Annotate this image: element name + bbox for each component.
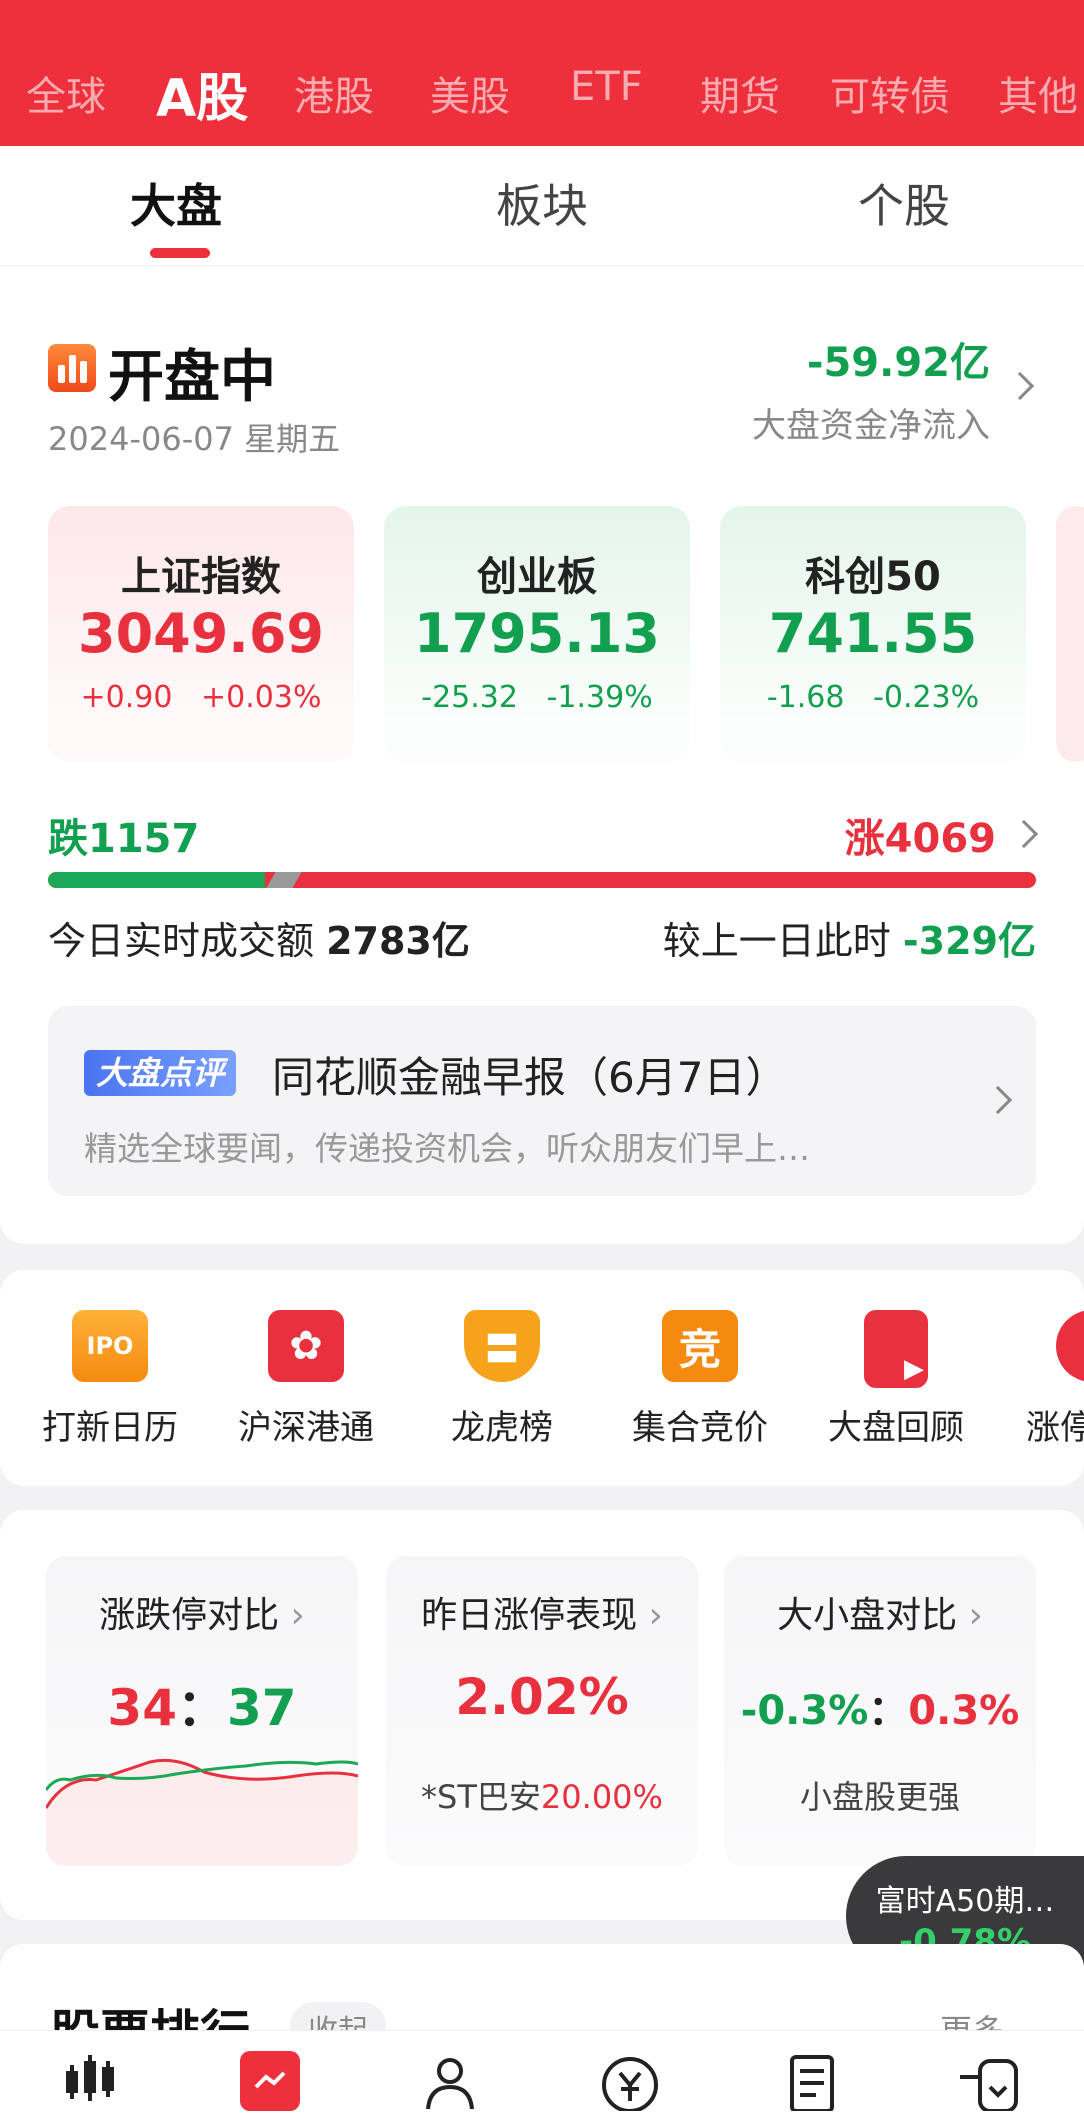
news-icon[interactable] [782, 2051, 842, 2111]
tool-dragon-tiger[interactable]: 〓 龙虎榜 [412, 1310, 592, 1449]
tool-market-review[interactable]: ▶ 大盘回顾 [806, 1310, 986, 1449]
market-review-icon: ▶ [864, 1310, 928, 1388]
tab-hk[interactable]: 港股 [294, 64, 374, 122]
turnover: 今日实时成交额 2783亿 [48, 919, 470, 963]
net-flow-value[interactable]: -59.92亿 [807, 330, 990, 388]
index-card-sh[interactable]: 上证指数 3049.69 +0.90 +0.03% [48, 506, 354, 762]
rising-count[interactable]: 涨4069 [845, 806, 996, 864]
index-change: -25.32 -1.39% [421, 680, 653, 715]
tool-limit-up[interactable]: ◂ 涨停 [1000, 1310, 1084, 1449]
index-change: +0.90 +0.03% [80, 680, 322, 715]
market-status-title: 开盘中 [108, 345, 276, 410]
tool-label: 打新日历 [42, 1408, 178, 1448]
tab-futures[interactable]: 期货 [700, 64, 780, 122]
chevron-right-icon [983, 1085, 1013, 1115]
market-date: 2024-06-07 星期五 [48, 420, 341, 458]
tab-other[interactable]: 其他 [998, 64, 1078, 122]
index-value: 3049.69 [78, 602, 324, 665]
index-name: 上证指数 [121, 554, 281, 600]
breadth-bar [48, 872, 1036, 888]
yesterday-top-stock: *ST巴安20.00% [421, 1778, 663, 1816]
tab-global[interactable]: 全球 [26, 64, 106, 122]
breadth-bar-fall [48, 872, 265, 888]
tool-hk-connect[interactable]: ✿ 沪深港通 [216, 1310, 396, 1449]
index-card-next[interactable] [1056, 506, 1084, 762]
cap-compare-card[interactable]: 大小盘对比 › -0.3%：0.3% 小盘股更强 [724, 1556, 1036, 1866]
market-trend-icon[interactable] [240, 2051, 300, 2111]
index-card-star50[interactable]: 科创50 741.55 -1.68 -0.23% [720, 506, 1026, 762]
bottom-nav [0, 2030, 1084, 2115]
limit-ratio: 34：37 [107, 1679, 297, 1737]
tool-ipo-calendar[interactable]: IPO 打新日历 [20, 1310, 200, 1449]
market-review-banner[interactable]: 大盘点评 同花顺金融早报（6月7日） 精选全球要闻，传递投资机会，听众朋友们早上… [48, 1006, 1036, 1196]
limit-trend-chart [46, 1758, 358, 1866]
stat-title: 涨跌停对比 › [99, 1595, 305, 1636]
market-overview-card: 开盘中 2024-06-07 星期五 -59.92亿 大盘资金净流入 上证指数 … [0, 266, 1084, 1244]
tool-label: 集合竞价 [632, 1408, 768, 1448]
auction-icon: 竞 [662, 1310, 738, 1382]
tab-stock[interactable]: 个股 [858, 170, 950, 236]
download-icon[interactable] [960, 2051, 1020, 2111]
yesterday-limit-value: 2.02% [455, 1668, 629, 1726]
limit-up-icon: ◂ [1056, 1310, 1084, 1382]
tool-label: 大盘回顾 [828, 1408, 964, 1448]
index-name: 创业板 [477, 554, 597, 600]
tab-convertible[interactable]: 可转债 [830, 64, 950, 122]
index-card-gem[interactable]: 创业板 1795.13 -25.32 -1.39% [384, 506, 690, 762]
index-name: 科创50 [805, 554, 941, 600]
candlestick-icon [48, 344, 96, 392]
turnover-diff: 较上一日此时 -329亿 [662, 919, 1036, 963]
quotes-icon[interactable] [60, 2051, 120, 2111]
sub-tab-bar: 大盘 板块 个股 [0, 146, 1084, 266]
tab-a-share[interactable]: A股 [156, 56, 248, 131]
cap-note: 小盘股更强 [799, 1778, 960, 1816]
hk-connect-icon: ✿ [268, 1310, 344, 1382]
review-summary: 精选全球要闻，传递投资机会，听众朋友们早上… [84, 1129, 810, 1168]
index-change: -1.68 -0.23% [766, 680, 980, 715]
user-icon[interactable] [420, 2051, 480, 2111]
tool-label: 龙虎榜 [451, 1408, 553, 1448]
index-value: 1795.13 [414, 602, 660, 665]
limit-compare-card[interactable]: 涨跌停对比 › 34：37 [46, 1556, 358, 1866]
review-title: 同花顺金融早报（6月7日） [272, 1053, 788, 1102]
active-tab-indicator [150, 248, 210, 258]
stat-title: 大小盘对比 › [777, 1595, 983, 1636]
tools-row: IPO 打新日历 ✿ 沪深港通 〓 龙虎榜 竞 集合竞价 ▶ 大盘回顾 ◂ 涨停 [0, 1270, 1084, 1486]
tab-us[interactable]: 美股 [430, 64, 510, 122]
tab-market[interactable]: 大盘 [130, 170, 222, 236]
stat-title: 昨日涨停表现 › [421, 1595, 663, 1636]
chevron-right-icon[interactable] [1009, 819, 1039, 849]
net-flow-label[interactable]: 大盘资金净流入 [752, 398, 990, 447]
tool-auction[interactable]: 竞 集合竞价 [610, 1310, 790, 1449]
trade-icon[interactable] [600, 2051, 660, 2111]
a50-name: 富时A50期… [875, 1884, 1055, 1919]
tool-label: 涨停 [1026, 1408, 1084, 1448]
falling-count: 跌1157 [48, 816, 200, 862]
review-badge: 大盘点评 [84, 1050, 237, 1096]
cap-ratio: -0.3%：0.3% [740, 1688, 1020, 1734]
market-tab-bar: 全球 A股 港股 美股 ETF 期货 可转债 其他 [0, 0, 1084, 146]
tab-etf[interactable]: ETF [570, 64, 643, 110]
yesterday-limit-card[interactable]: 昨日涨停表现 › 2.02% *ST巴安20.00% [386, 1556, 698, 1866]
dragon-tiger-icon: 〓 [464, 1310, 540, 1382]
tool-label: 沪深港通 [238, 1408, 374, 1448]
ipo-calendar-icon: IPO [72, 1310, 148, 1382]
tab-sector[interactable]: 板块 [496, 170, 588, 236]
breadth-bar-flat [266, 872, 302, 888]
index-value: 741.55 [768, 602, 978, 665]
chevron-right-icon[interactable] [1005, 371, 1035, 401]
